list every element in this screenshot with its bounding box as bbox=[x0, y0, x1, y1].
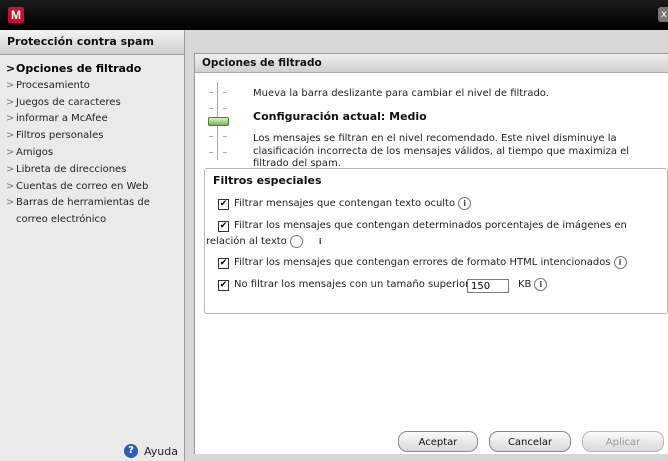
sidebar-item-label: Barras de herramientas de correo electró… bbox=[16, 197, 150, 226]
slider-tick bbox=[223, 136, 227, 137]
chevron-right-icon: > bbox=[6, 113, 15, 125]
filter-options-panel: Opciones de filtrado Mueva la barra desl… bbox=[194, 53, 668, 454]
chevron-right-icon: > bbox=[6, 130, 15, 142]
sidebar-item-label: informar a McAfee bbox=[16, 113, 108, 125]
close-icon[interactable]: x bbox=[658, 7, 668, 22]
slider-tick bbox=[209, 92, 213, 93]
accept-button[interactable]: Aceptar bbox=[398, 431, 478, 452]
title-bar: M x bbox=[0, 0, 668, 30]
slider-tick bbox=[223, 108, 227, 109]
sidebar-item-label: Juegos de caracteres bbox=[16, 96, 121, 108]
special-filters-title: Filtros especiales bbox=[213, 174, 322, 187]
content-area: Opciones de filtrado Mueva la barra desl… bbox=[185, 30, 668, 461]
help-icon: ? bbox=[124, 444, 138, 458]
panel-header: Opciones de filtrado bbox=[195, 54, 668, 73]
option-label: No filtrar los mensajes con un tamaño su… bbox=[234, 279, 482, 290]
option-label: Filtrar mensajes que contengan texto ocu… bbox=[234, 198, 456, 209]
cancel-button[interactable]: Cancelar bbox=[489, 431, 571, 452]
slider-tick bbox=[223, 152, 227, 153]
option-label: Filtrar los mensajes que contengan deter… bbox=[206, 220, 627, 247]
image-ratio-option: Filtrar los mensajes que contengan deter… bbox=[206, 218, 661, 250]
sidebar-item-label: Procesamiento bbox=[16, 79, 90, 91]
sidebar-item-label: Opciones de filtrado bbox=[16, 62, 142, 75]
chevron-right-icon: > bbox=[6, 163, 15, 175]
current-setting-label: Configuración actual: Medio bbox=[253, 110, 427, 123]
sidebar-item-label: Libreta de direcciones bbox=[16, 163, 127, 175]
chevron-right-icon: > bbox=[6, 197, 15, 209]
hidden-text-option: Filtrar mensajes que contengan texto ocu… bbox=[234, 196, 472, 212]
help-link[interactable]: ? Ayuda bbox=[124, 444, 184, 460]
chevron-right-icon: > bbox=[6, 62, 16, 75]
sidebar-item-barras-de-herramientas[interactable]: > Barras de herramientas de correo electr… bbox=[6, 195, 184, 229]
sidebar-item-juegos-de-caracteres[interactable]: > Juegos de caracteres bbox=[6, 95, 184, 112]
slider-tick bbox=[209, 136, 213, 137]
html-errors-option: Filtrar los mensajes que contengan error… bbox=[234, 255, 627, 271]
chevron-right-icon: > bbox=[6, 96, 15, 108]
chevron-right-icon: > bbox=[6, 180, 15, 192]
slider-thumb[interactable] bbox=[208, 117, 229, 126]
sidebar-item-cuentas-de-correo-en-web[interactable]: > Cuentas de correo en Web bbox=[6, 179, 184, 196]
size-limit-input[interactable]: 150 bbox=[467, 279, 509, 293]
panel-title: Opciones de filtrado bbox=[202, 57, 322, 69]
size-limit-checkbox[interactable]: ✔ bbox=[218, 280, 229, 291]
filter-level-slider[interactable] bbox=[206, 82, 236, 160]
sidebar-item-label: Amigos bbox=[16, 146, 54, 158]
html-errors-checkbox[interactable]: ✔ bbox=[218, 258, 229, 269]
sidebar-item-procesamiento[interactable]: > Procesamiento bbox=[6, 78, 184, 95]
size-unit-group: KB i bbox=[518, 277, 548, 293]
slider-instruction: Mueva la barra deslizante para cambiar e… bbox=[253, 88, 549, 99]
slider-tick bbox=[209, 152, 213, 153]
level-description: Los mensajes se filtran en el nivel reco… bbox=[253, 133, 630, 169]
sidebar-item-label: Cuentas de correo en Web bbox=[16, 180, 149, 192]
sidebar-item-libreta-de-direcciones[interactable]: > Libreta de direcciones bbox=[6, 162, 184, 179]
chevron-right-icon: > bbox=[6, 79, 15, 91]
hidden-text-checkbox[interactable]: ✔ bbox=[218, 199, 229, 210]
info-icon[interactable]: i bbox=[289, 234, 322, 248]
special-filters-group: Filtros especiales ✔ Filtrar mensajes qu… bbox=[204, 168, 668, 314]
sidebar-item-label: Filtros personales bbox=[16, 130, 104, 142]
sidebar: Protección contra spam > Opciones de filt… bbox=[0, 30, 185, 461]
slider-tick bbox=[223, 92, 227, 93]
sidebar-heading: Protección contra spam bbox=[0, 30, 184, 55]
info-icon[interactable]: i bbox=[613, 255, 627, 269]
mcafee-logo-icon: M bbox=[8, 7, 24, 23]
info-icon[interactable]: i bbox=[534, 277, 548, 291]
size-unit-label: KB bbox=[518, 279, 532, 290]
size-limit-option: No filtrar los mensajes con un tamaño su… bbox=[234, 277, 482, 293]
sidebar-nav: > Opciones de filtrado > Procesamiento > Ju… bbox=[0, 55, 184, 229]
chevron-right-icon: > bbox=[6, 146, 15, 158]
option-label: Filtrar los mensajes que contengan error… bbox=[234, 257, 611, 268]
sidebar-item-opciones-de-filtrado[interactable]: > Opciones de filtrado bbox=[6, 61, 184, 78]
help-label: Ayuda bbox=[144, 445, 178, 458]
apply-button[interactable]: Aplicar bbox=[582, 431, 664, 452]
sidebar-item-informar-a-mcafee[interactable]: > informar a McAfee bbox=[6, 111, 184, 128]
sidebar-item-filtros-personales[interactable]: > Filtros personales bbox=[6, 128, 184, 145]
slider-tick bbox=[209, 108, 213, 109]
sidebar-item-amigos[interactable]: > Amigos bbox=[6, 145, 184, 162]
info-icon[interactable]: i bbox=[458, 196, 472, 210]
